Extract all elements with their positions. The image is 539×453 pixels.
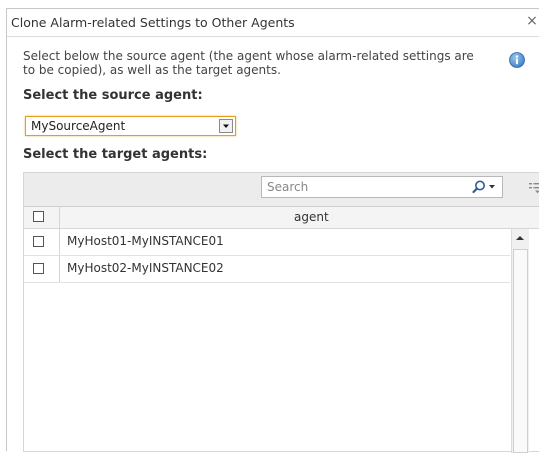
close-icon[interactable]: × bbox=[525, 13, 539, 29]
table-row[interactable]: MyHost02-MyINSTANCE02 bbox=[24, 256, 510, 283]
source-agent-select[interactable]: MySourceAgent bbox=[25, 116, 236, 136]
column-header-agent[interactable]: agent bbox=[294, 210, 329, 224]
header-check-cell bbox=[24, 207, 60, 228]
row-checkbox[interactable] bbox=[33, 236, 44, 247]
dialog-title: Clone Alarm-related Settings to Other Ag… bbox=[11, 15, 295, 30]
dialog-titlebar: Clone Alarm-related Settings to Other Ag… bbox=[7, 9, 539, 37]
row-checkbox[interactable] bbox=[33, 263, 44, 274]
target-agents-label: Select the target agents: bbox=[23, 147, 207, 162]
select-all-checkbox[interactable] bbox=[33, 211, 44, 222]
search-box bbox=[261, 176, 503, 198]
vertical-scrollbar[interactable] bbox=[511, 229, 529, 453]
row-check-cell bbox=[24, 256, 60, 282]
table-row[interactable]: MyHost01-MyINSTANCE01 bbox=[24, 229, 510, 256]
agent-name: MyHost01-MyINSTANCE01 bbox=[67, 234, 224, 248]
source-agent-value: MySourceAgent bbox=[31, 119, 125, 133]
grid-toolbar bbox=[24, 173, 539, 207]
search-button[interactable] bbox=[468, 179, 498, 195]
scroll-up-arrow-icon[interactable] bbox=[516, 236, 524, 240]
column-options-button[interactable] bbox=[529, 182, 539, 194]
clone-alarm-settings-dialog: Clone Alarm-related Settings to Other Ag… bbox=[6, 8, 539, 451]
agent-name: MyHost02-MyINSTANCE02 bbox=[67, 261, 224, 275]
chevron-down-icon bbox=[220, 120, 232, 132]
row-check-cell bbox=[24, 229, 60, 255]
source-agent-label: Select the source agent: bbox=[23, 88, 203, 103]
column-options-icon bbox=[529, 182, 539, 194]
dialog-description: Select below the source agent (the agent… bbox=[23, 49, 483, 77]
target-agents-grid: agent MyHost01-MyINSTANCE01 MyHost02-MyI… bbox=[23, 172, 539, 452]
info-icon[interactable] bbox=[509, 52, 525, 68]
search-icon bbox=[468, 179, 498, 195]
grid-header-row: agent bbox=[24, 207, 539, 229]
search-input[interactable] bbox=[264, 178, 456, 196]
scrollbar-thumb[interactable] bbox=[513, 249, 528, 453]
dropdown-button[interactable] bbox=[219, 119, 233, 133]
